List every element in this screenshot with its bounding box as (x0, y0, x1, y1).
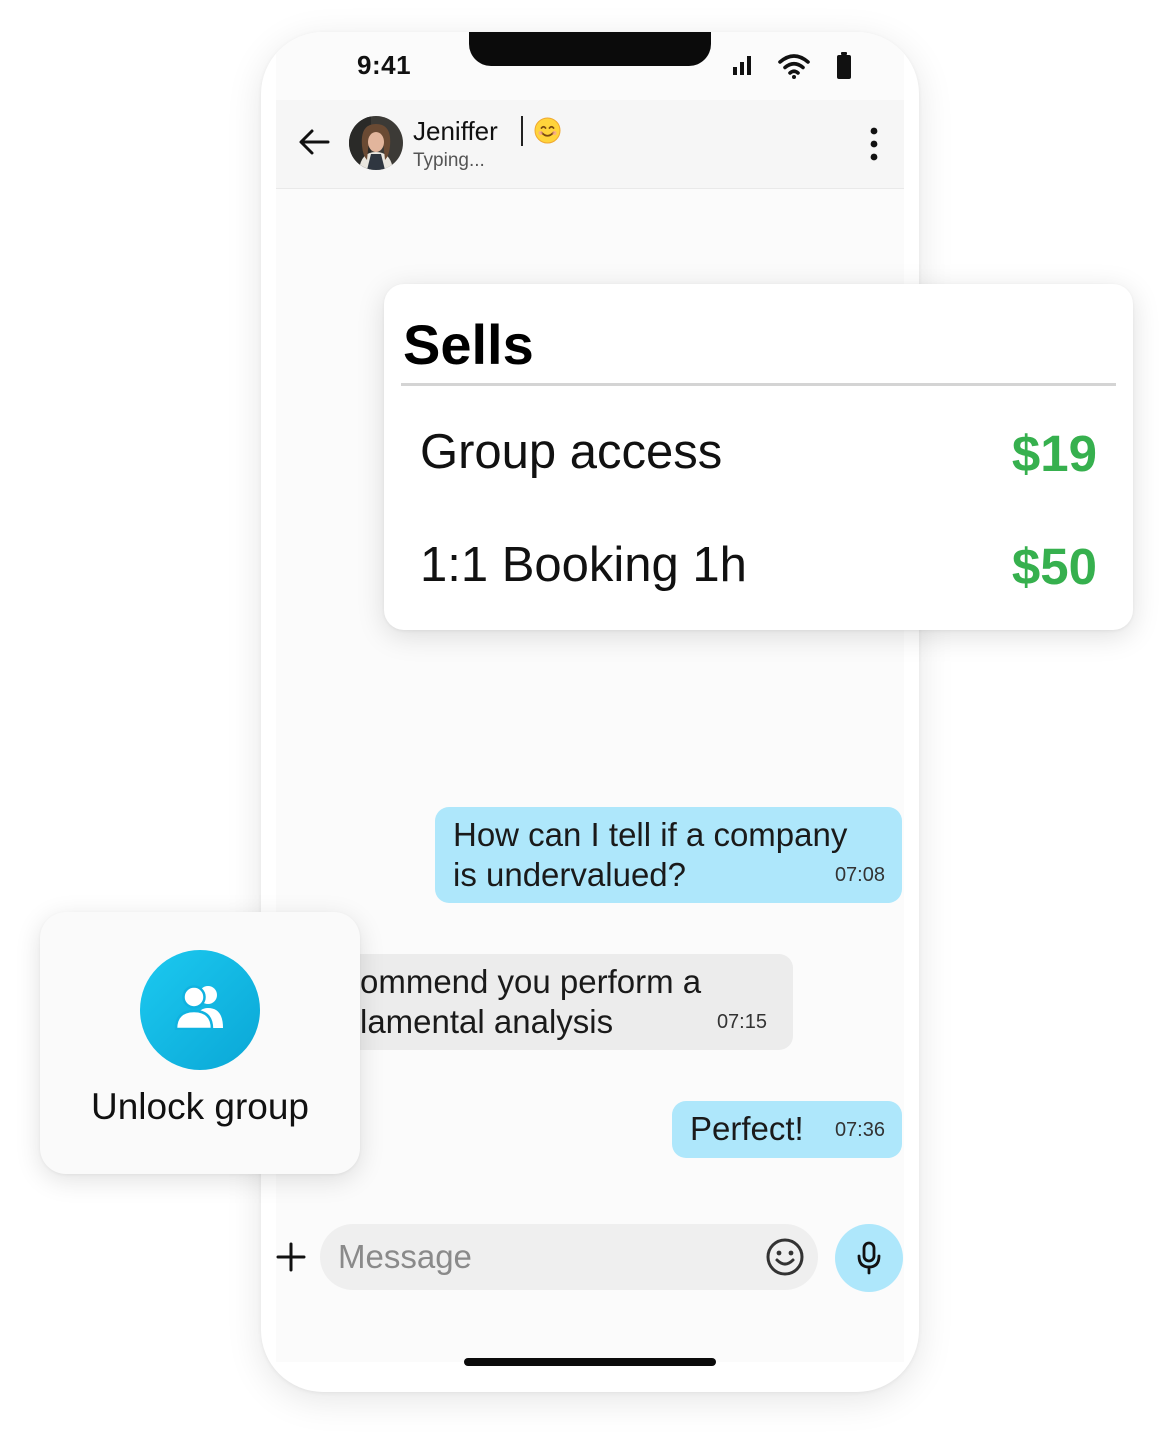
microphone-button[interactable] (835, 1224, 903, 1292)
group-icon (174, 985, 223, 1030)
unlock-group-button[interactable] (140, 950, 260, 1070)
sell-item-price: $50 (1011, 538, 1097, 595)
sell-item-label: Group access (420, 425, 723, 479)
chat-screen (276, 32, 904, 1362)
contact-status: Typing... (413, 150, 485, 171)
home-indicator (464, 1358, 716, 1366)
sells-card: Sells Group access $19 1:1 Booking 1h $5… (384, 284, 1133, 630)
message-time: 07:36 (834, 1119, 885, 1141)
sell-item-group-access[interactable]: Group access $19 (420, 424, 1097, 484)
message-time: 07:15 (716, 1011, 767, 1033)
avatar[interactable] (349, 116, 403, 170)
unlock-group-label: Unlock group (90, 1086, 309, 1127)
wifi-icon (778, 54, 810, 79)
contact-name[interactable]: Jeniffer (413, 116, 498, 147)
smiling-emoji-icon (534, 117, 561, 144)
microphone-icon (857, 1241, 881, 1275)
sells-divider (401, 383, 1116, 386)
phone-notch (469, 32, 711, 66)
message-text: Perfect! (690, 1110, 804, 1147)
sell-item-booking[interactable]: 1:1 Booking 1h $50 (420, 537, 1097, 597)
message-input[interactable]: Message (320, 1224, 818, 1290)
smiley-icon[interactable] (765, 1237, 805, 1277)
message-bubble-outgoing[interactable]: How can I tell if a company is undervalu… (435, 807, 902, 903)
back-arrow-icon[interactable] (298, 128, 330, 156)
message-time: 07:08 (834, 864, 885, 886)
message-text: ommend you perform a lamental analysis (360, 963, 702, 1040)
status-time: 9:41 (357, 50, 412, 80)
message-bubble-incoming[interactable]: ommend you perform a lamental analysis 0… (331, 954, 793, 1050)
plus-icon[interactable] (276, 1242, 306, 1272)
unlock-group-card[interactable]: Unlock group (40, 912, 360, 1174)
message-text: How can I tell if a company is undervalu… (453, 816, 848, 893)
sells-title: Sells (403, 313, 534, 376)
sell-item-price: $19 (1011, 425, 1097, 482)
message-input-bar: Message (261, 1222, 919, 1294)
sell-item-label: 1:1 Booking 1h (420, 538, 747, 592)
signal-icon (733, 56, 751, 75)
menu-dots-icon[interactable] (869, 127, 879, 161)
chat-header: Jeniffer Typing... (276, 100, 904, 189)
message-bubble-outgoing[interactable]: Perfect! 07:36 (672, 1101, 902, 1158)
name-divider (521, 116, 523, 146)
battery-icon (837, 52, 851, 79)
phone-frame: 9:41 Jeniffer Typing... How can I tell i… (261, 32, 919, 1392)
